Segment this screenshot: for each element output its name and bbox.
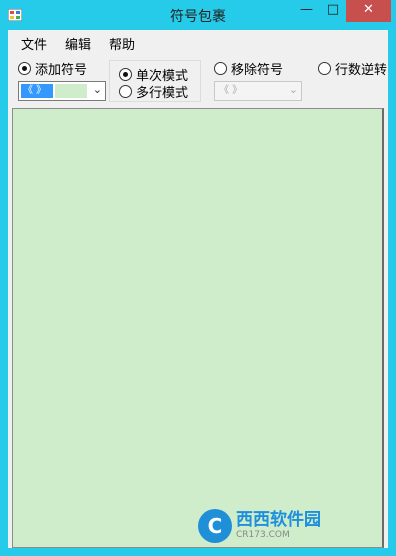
- remove-symbol-combo-value: 《 》: [219, 85, 243, 96]
- menu-file[interactable]: 文件: [21, 34, 47, 53]
- watermark-sub: CR173.COM: [236, 530, 290, 540]
- add-combo-highlight: [55, 84, 87, 98]
- remove-symbol-combo[interactable]: 《 》 ⌄: [214, 81, 302, 101]
- menu-bar: 文件 编辑 帮助: [8, 30, 388, 54]
- reverse-lines-label: 行数逆转: [335, 63, 388, 78]
- multi-mode-radio-dot[interactable]: [119, 85, 132, 98]
- remove-symbol-radio[interactable]: 移除符号: [214, 59, 283, 78]
- add-symbol-radio[interactable]: 添加符号: [18, 59, 87, 78]
- reverse-lines-radio[interactable]: 行数逆转: [318, 59, 387, 78]
- single-mode-radio-dot[interactable]: [119, 68, 132, 81]
- title-bar[interactable]: 符号包裹 — □ ✕: [0, 0, 396, 30]
- reverse-lines-radio-dot[interactable]: [318, 62, 331, 75]
- watermark: C 西西软件园 CR173.COM: [198, 508, 384, 544]
- add-symbol-combo[interactable]: 《 》 ⌄: [18, 81, 106, 101]
- remove-symbol-radio-dot[interactable]: [214, 62, 227, 75]
- remove-symbol-label: 移除符号: [231, 63, 284, 78]
- add-symbol-label: 添加符号: [35, 63, 88, 78]
- client-area: 文件 编辑 帮助 添加符号 《 》 ⌄ 单次模式 多行模式 移除符号 《 》 ⌄…: [8, 30, 388, 548]
- watermark-text: 西西软件园 CR173.COM: [236, 512, 321, 540]
- app-window: 符号包裹 — □ ✕ 文件 编辑 帮助 添加符号 《 》 ⌄ 单次模式 多行模式: [0, 0, 396, 556]
- close-button[interactable]: ✕: [346, 0, 391, 22]
- maximize-button[interactable]: □: [320, 0, 346, 22]
- minimize-button[interactable]: —: [293, 0, 320, 22]
- chevron-down-icon[interactable]: ⌄: [289, 83, 298, 96]
- chevron-down-icon[interactable]: ⌄: [93, 83, 102, 96]
- add-symbol-combo-value: 《 》: [21, 84, 53, 98]
- add-symbol-radio-dot[interactable]: [18, 62, 31, 75]
- watermark-name: 西西软件园: [236, 510, 321, 530]
- multi-mode-radio[interactable]: 多行模式: [119, 82, 188, 101]
- text-area[interactable]: [12, 108, 384, 548]
- menu-edit[interactable]: 编辑: [65, 34, 91, 53]
- multi-mode-label: 多行模式: [136, 86, 189, 101]
- watermark-logo-icon: C: [198, 509, 232, 543]
- menu-help[interactable]: 帮助: [109, 34, 135, 53]
